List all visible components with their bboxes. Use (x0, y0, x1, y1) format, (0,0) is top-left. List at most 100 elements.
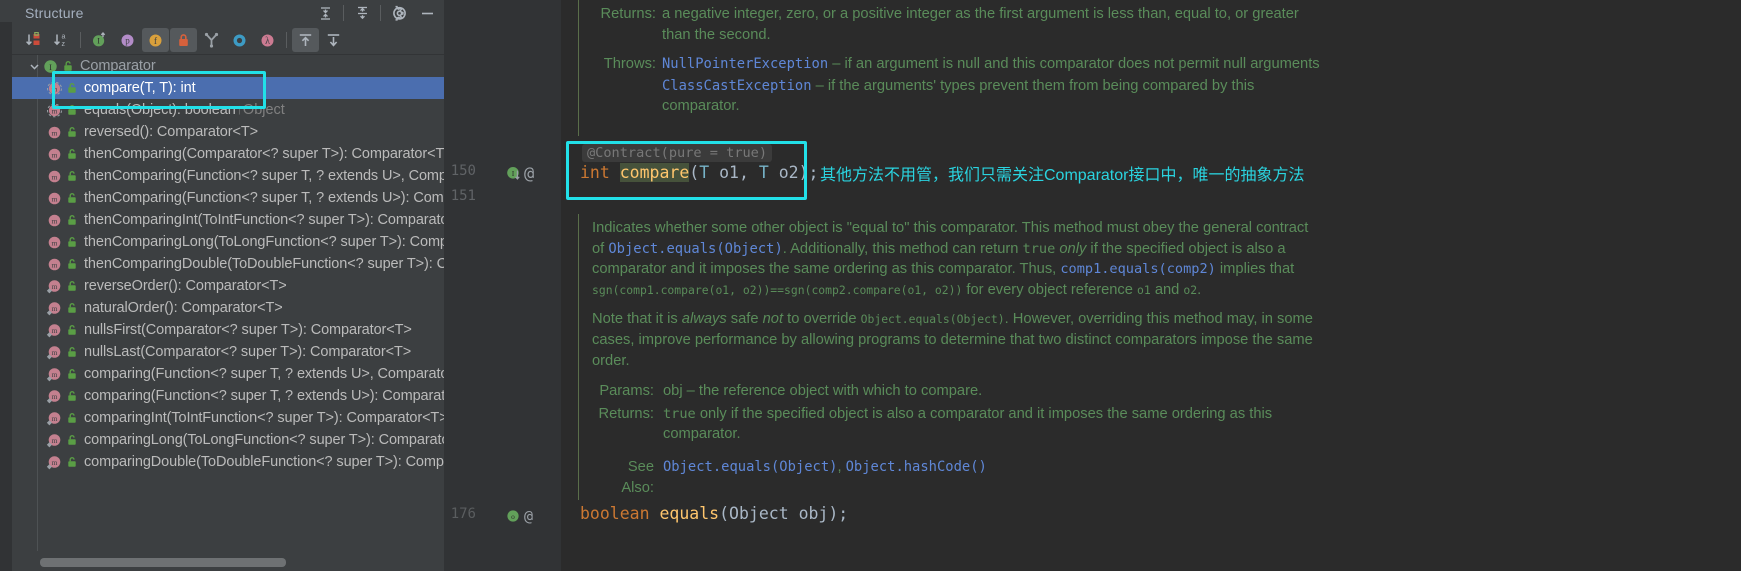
tree-node-method[interactable]: m comparingDouble(ToDoubleFunction<? supe… (12, 451, 444, 473)
tree-node-method[interactable]: m thenComparingInt(ToIntFunction<? super … (12, 209, 444, 231)
javadoc-rail-bottom (578, 214, 579, 500)
code-equals-rest: (Object obj); (719, 504, 849, 523)
seealso-link-object-hashcode[interactable]: Object.hashCode() (846, 459, 987, 475)
jd-p1-only: only (1059, 240, 1087, 257)
code-keyword-boolean: boolean (580, 504, 650, 523)
jd-p1-o2: o2 (1183, 282, 1198, 297)
show-inherited-icon[interactable]: I (86, 28, 113, 52)
tree-node-method[interactable]: m comparingInt(ToIntFunction<? super T>):… (12, 407, 444, 429)
annotation-marker[interactable]: @ (524, 164, 534, 184)
svg-text:m: m (52, 84, 58, 93)
tree-node-label: comparing(Function<? super T, ? extends … (84, 388, 444, 404)
show-fields-icon[interactable]: f (142, 28, 169, 52)
exception-link-classcast[interactable]: ClassCastException (662, 78, 812, 94)
expand-all-icon[interactable] (312, 1, 338, 25)
public-lock-icon (65, 169, 79, 183)
method-static-icon: m (46, 344, 63, 361)
tree-node-method[interactable]: m thenComparingDouble(ToDoubleFunction<? … (12, 253, 444, 275)
javadoc-bottom-block: Indicates whether some other object is "… (592, 218, 1320, 498)
code-line-equals-declaration[interactable]: boolean equals(Object obj); (580, 504, 848, 523)
jd-p1-e: for every object reference (962, 281, 1138, 298)
javadoc-throws-item-0: NullPointerException – if an argument is… (662, 54, 1322, 75)
autoscroll-from-source-icon[interactable] (320, 28, 347, 52)
seealso-link-object-equals[interactable]: Object.equals(Object) (663, 459, 837, 475)
tree-node-root[interactable]: I Comparator (12, 55, 444, 77)
exception-link-nullpointer[interactable]: NullPointerException (662, 56, 828, 72)
show-properties-icon[interactable]: p (114, 28, 141, 52)
code-param-name-1: o1 (719, 163, 739, 182)
toolbar-separator-2 (286, 32, 287, 48)
tree-node-method[interactable]: m equals(Object): boolean ↑Object (12, 99, 444, 121)
tree-node-method[interactable]: m reverseOrder(): Comparator<T> (12, 275, 444, 297)
tree-node-inherited-from: ↑Object (235, 102, 285, 118)
svg-text:p: p (125, 35, 130, 45)
code-paren-close: ); (798, 163, 819, 182)
tree-node-method[interactable]: m comparing(Function<? super T, ? extends… (12, 363, 444, 385)
contract-inlay-hint[interactable]: @Contract(pure = true) (582, 144, 773, 162)
sort-by-visibility-icon[interactable] (20, 28, 47, 52)
svg-text:m: m (52, 304, 58, 313)
method-static-icon: m (46, 322, 63, 339)
tree-node-method[interactable]: m comparing(Function<? super T, ? extends… (12, 385, 444, 407)
jd-p2-code: Object.equals(Object) (860, 312, 1005, 327)
gutter-markers-bottom[interactable]: o @ (506, 507, 533, 525)
tree-node-method[interactable]: m comparingLong(ToLongFunction<? super T>… (12, 429, 444, 451)
tree-node-method[interactable]: m thenComparingLong(ToLongFunction<? supe… (12, 231, 444, 253)
svg-text:λ: λ (265, 36, 270, 47)
object-equals-link-1[interactable]: Object.equals(Object) (608, 241, 782, 257)
svg-text:m: m (52, 458, 58, 467)
code-paren-open: ( (689, 163, 700, 182)
public-lock-icon (65, 433, 79, 447)
code-line-compare-declaration[interactable]: int compare(T o1, T o2); (580, 163, 818, 182)
javadoc-paragraph-1: Indicates whether some other object is "… (592, 218, 1320, 300)
chevron-down-icon[interactable] (26, 61, 42, 72)
public-lock-icon (65, 455, 79, 469)
public-lock-icon (65, 345, 79, 359)
javadoc-seealso-label: See Also: (621, 458, 654, 496)
code-editor[interactable]: Returns: a negative integer, zero, or a … (560, 0, 1741, 571)
at-marker-bottom[interactable]: @ (524, 507, 533, 525)
autoscroll-to-source-icon[interactable] (292, 28, 319, 52)
group-by-implementation-icon[interactable] (198, 28, 225, 52)
method-static-icon: m (46, 454, 63, 471)
tree-node-method[interactable]: m compare(T, T): int (12, 77, 444, 99)
code-keyword-int: int (580, 163, 610, 182)
editor-left-strip (0, 0, 12, 571)
show-non-public-icon[interactable] (170, 28, 197, 52)
editor-left-strip-top (0, 0, 12, 22)
structure-tree[interactable]: I Comparator m compare(T, T): int m equals(Ob… (12, 55, 444, 571)
implemented-method-marker-icon: I (507, 167, 520, 180)
public-lock-icon (65, 323, 79, 337)
method-static-icon: m (46, 278, 63, 295)
collapse-all-icon[interactable] (349, 1, 375, 25)
gear-icon[interactable] (386, 1, 412, 25)
show-lambdas-icon[interactable]: λ (254, 28, 281, 52)
tree-node-method[interactable]: m reversed(): Comparator<T> (12, 121, 444, 143)
svg-text:m: m (52, 172, 58, 181)
javadoc-throws-desc-0: – if an argument is null and this compar… (832, 56, 1320, 73)
svg-text:m: m (52, 414, 58, 423)
public-lock-icon (65, 257, 79, 271)
tree-node-method[interactable]: m nullsLast(Comparator<? super T>): Compa… (12, 341, 444, 363)
structure-toolbar: a z I p f λ (12, 26, 444, 55)
tree-node-method[interactable]: m thenComparing(Function<? super T, ? ext… (12, 187, 444, 209)
tree-node-method[interactable]: m thenComparing(Function<? super T, ? ext… (12, 165, 444, 187)
public-lock-icon (65, 125, 79, 139)
tree-node-label: thenComparing(Comparator<? super T>): Co… (84, 146, 444, 162)
public-lock-icon (65, 235, 79, 249)
method-icon: m (46, 190, 63, 207)
gutter-markers-line-150[interactable]: I @ (506, 164, 534, 184)
javadoc-throws-item-1: ClassCastException – if the arguments' t… (662, 76, 1322, 117)
method-static-icon: m (46, 388, 63, 405)
tree-node-method[interactable]: m thenComparing(Comparator<? super T>): C… (12, 143, 444, 165)
public-lock-icon (65, 389, 79, 403)
tree-node-method[interactable]: m nullsFirst(Comparator<? super T>): Comp… (12, 319, 444, 341)
sort-alphabetically-icon[interactable]: a z (48, 28, 75, 52)
tree-node-label: reversed(): Comparator<T> (84, 124, 258, 140)
tree-node-method[interactable]: m naturalOrder(): Comparator<T> (12, 297, 444, 319)
show-anonymous-classes-icon[interactable] (226, 28, 253, 52)
public-lock-icon (65, 411, 79, 425)
method-static-icon: m (46, 410, 63, 427)
structure-horizontal-scrollbar[interactable] (40, 558, 286, 567)
minimize-icon[interactable] (414, 1, 440, 25)
